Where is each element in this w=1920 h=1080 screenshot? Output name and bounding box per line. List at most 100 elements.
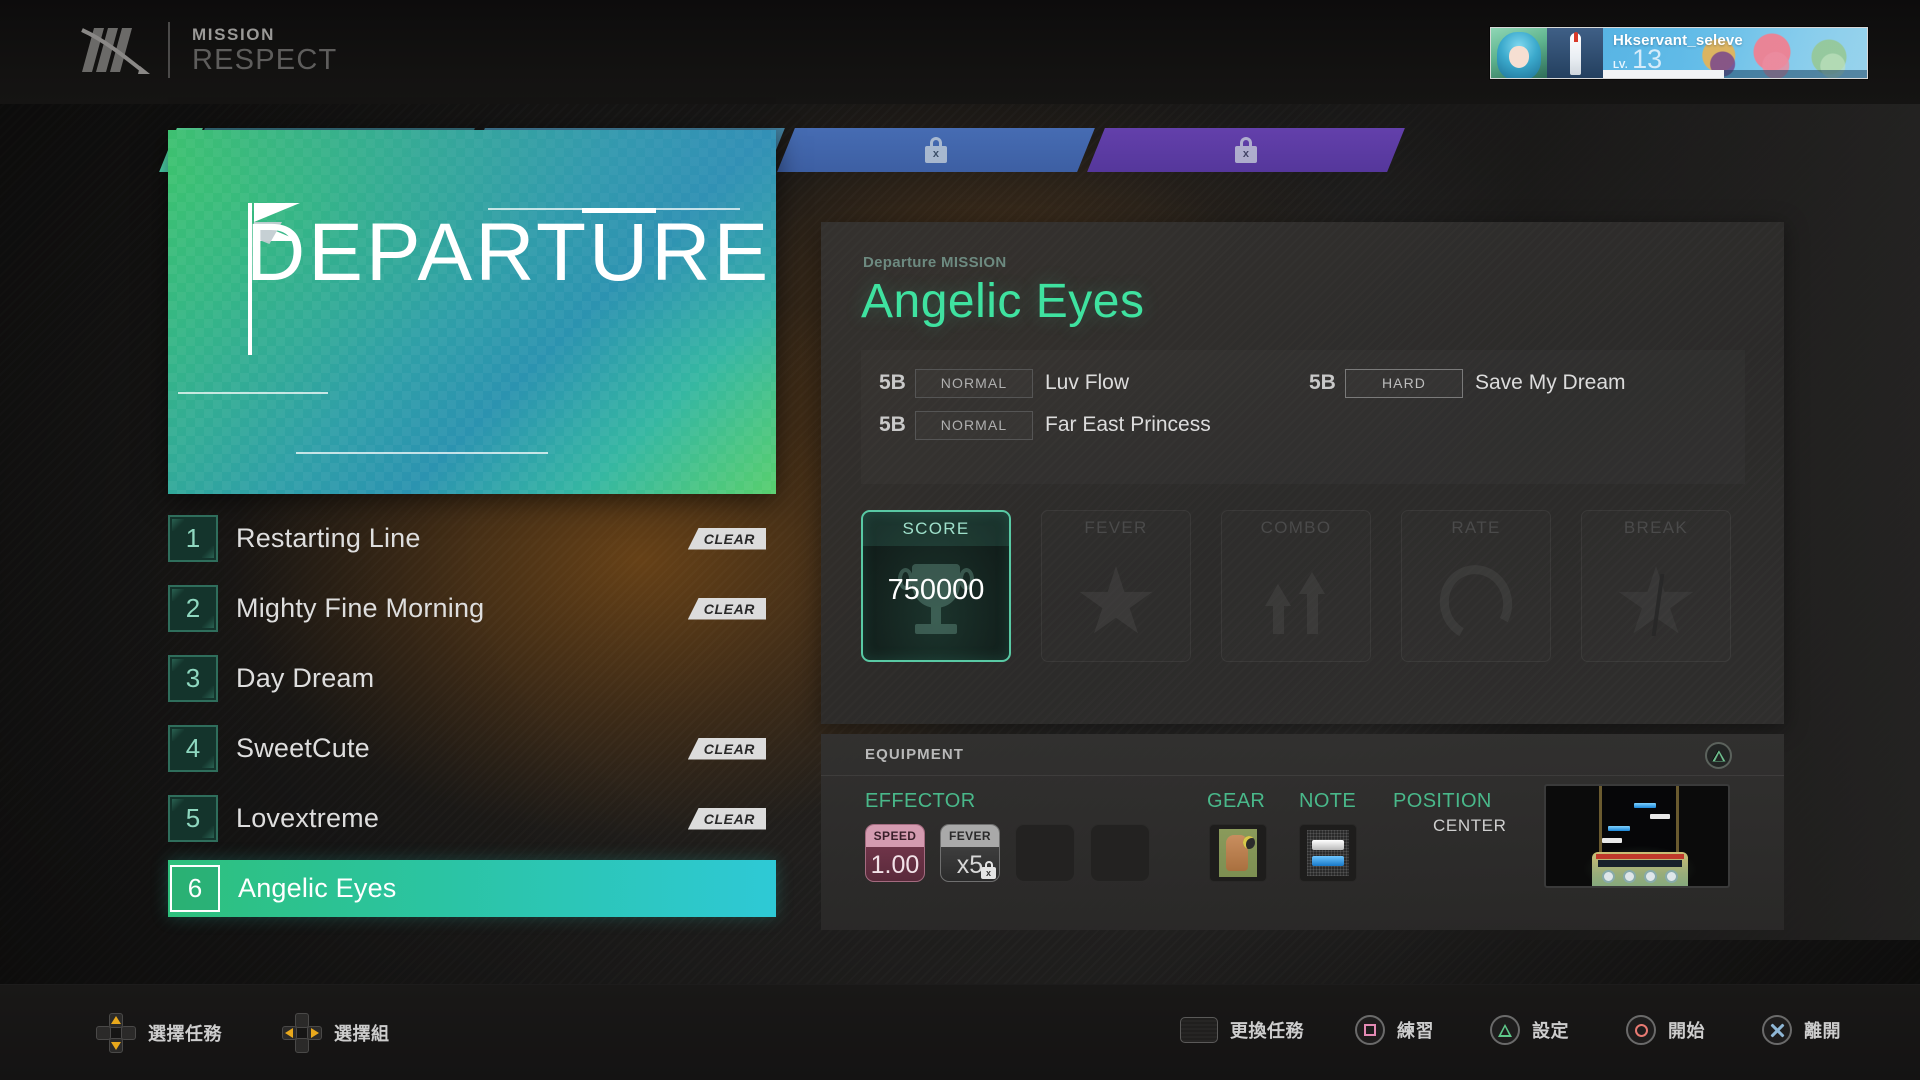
effector-slot-value: 1.00: [870, 850, 920, 879]
note-skin-thumbnail-icon[interactable]: [1299, 824, 1357, 882]
requirement-entry: 5B NORMAL Far East Princess: [879, 410, 1309, 440]
lock-x-icon: x: [925, 137, 947, 163]
list-item[interactable]: 1 Restarting Line CLEAR: [168, 510, 776, 567]
player-profile-card[interactable]: Hkservant_seleve LV. 13: [1490, 27, 1868, 79]
star-icon: [1042, 545, 1190, 661]
list-item[interactable]: 2 Mighty Fine Morning CLEAR: [168, 580, 776, 637]
gameplay-position-preview[interactable]: [1544, 784, 1730, 888]
list-item-number: 1: [168, 515, 218, 562]
footer-action-select-group[interactable]: 選擇組: [282, 1013, 390, 1053]
position-value: CENTER: [1433, 816, 1507, 835]
condition-label: COMBO: [1260, 518, 1332, 537]
requirement-row: 5B NORMAL Far East Princess: [879, 404, 1739, 446]
footer-action-select-mission[interactable]: 選擇任務: [96, 1013, 222, 1053]
requirement-entry: 5B HARD Save My Dream: [1309, 368, 1739, 398]
effector-slot-empty-4[interactable]: [1090, 824, 1150, 882]
lock-x-icon: x: [1235, 137, 1257, 163]
requirement-row: 5B NORMAL Luv Flow 5B HARD Save My Dream: [879, 362, 1739, 404]
effector-slot-name: FEVER: [941, 825, 999, 847]
player-level-row: LV. 13: [1613, 44, 1663, 74]
logo-respect-label: RESPECT: [192, 44, 338, 77]
list-item-title: Lovextreme: [236, 803, 380, 833]
requirement-buttons: 5B: [879, 413, 906, 436]
condition-tile-combo[interactable]: COMBO: [1221, 510, 1371, 662]
broken-star-icon: [1582, 545, 1730, 661]
footer-action-label: 選擇任務: [148, 1024, 222, 1044]
gear-thumbnail-icon[interactable]: [1209, 824, 1267, 882]
mission-detail-panel: Departure MISSION Angelic Eyes 5B NORMAL…: [821, 222, 1784, 724]
equipment-header: EQUIPMENT: [821, 734, 1784, 776]
equipment-body: EFFECTOR SPEED 1.00 FEVER x5 x GEAR NOTE: [821, 776, 1784, 930]
banner-decor-line-3: [296, 452, 548, 454]
tab-locked-3[interactable]: x: [777, 128, 1095, 172]
effector-slot-empty-3[interactable]: [1015, 824, 1075, 882]
footer-action-label: 選擇組: [334, 1024, 390, 1044]
condition-tile-fever[interactable]: FEVER: [1041, 510, 1191, 662]
logo-block: MISSION RESPECT: [78, 22, 337, 78]
dpad-left-right-icon: [282, 1013, 322, 1053]
footer-action-exit[interactable]: 離開: [1762, 1015, 1841, 1045]
requirement-difficulty: NORMAL: [915, 410, 1033, 440]
requirement-song: Save My Dream: [1475, 371, 1626, 394]
effector-slot-fever[interactable]: FEVER x5 x: [940, 824, 1000, 882]
list-item-number: 4: [168, 725, 218, 772]
profile-main: Hkservant_seleve LV. 13: [1603, 28, 1867, 78]
requirement-song: Far East Princess: [1045, 413, 1211, 436]
list-item-title: Day Dream: [236, 663, 375, 693]
circle-button-icon: [1626, 1015, 1656, 1045]
footer-action-practice[interactable]: 練習: [1355, 1015, 1434, 1045]
square-button-icon: [1355, 1015, 1385, 1045]
status-badge: CLEAR: [687, 807, 766, 830]
gear-section-label: GEAR: [1207, 790, 1266, 812]
mission-group-banner[interactable]: DEPARTURE: [168, 130, 776, 494]
list-item-selected[interactable]: 6 Angelic Eyes: [168, 860, 776, 917]
footer-action-start[interactable]: 開始: [1626, 1015, 1705, 1045]
footer-action-change-mission[interactable]: 更換任務: [1180, 1017, 1304, 1043]
player-exp-bar-fill: [1603, 70, 1725, 78]
list-item-title: SweetCute: [236, 733, 370, 763]
list-item[interactable]: 5 Lovextreme CLEAR: [168, 790, 776, 847]
position-section-label: POSITION: [1393, 790, 1492, 812]
mission-select-screen: MISSION RESPECT Hkservant_seleve LV. 13: [0, 0, 1920, 1080]
condition-tile-score[interactable]: SCORE 750000: [861, 510, 1011, 662]
condition-tile-rate[interactable]: RATE: [1401, 510, 1551, 662]
player-level-value: 13: [1632, 44, 1663, 74]
condition-label: FEVER: [1084, 518, 1148, 537]
triangle-button-icon: [1490, 1015, 1520, 1045]
requirement-difficulty: HARD: [1345, 368, 1463, 398]
tab-locked-4[interactable]: x: [1087, 128, 1405, 172]
list-item-number: 3: [168, 655, 218, 702]
list-item[interactable]: 4 SweetCute CLEAR: [168, 720, 776, 777]
mission-conditions: SCORE 750000 FEVER COMBO RATE BREAK: [861, 510, 1731, 662]
mission-requirements: 5B NORMAL Luv Flow 5B HARD Save My Dream…: [861, 350, 1745, 484]
list-item-title: Restarting Line: [236, 523, 421, 553]
list-item-number: 2: [168, 585, 218, 632]
condition-value: 750000: [887, 574, 985, 606]
requirement-buttons: 5B: [1309, 371, 1336, 394]
status-badge: CLEAR: [687, 737, 766, 760]
dpad-up-down-icon: [96, 1013, 136, 1053]
triangle-button-icon[interactable]: [1705, 742, 1732, 769]
equipment-panel: EQUIPMENT EFFECTOR SPEED 1.00 FEVER x5 x…: [821, 734, 1784, 930]
footer-action-settings[interactable]: 設定: [1490, 1015, 1569, 1045]
combo-arrows-icon: [1222, 545, 1370, 661]
player-avatar: [1491, 28, 1547, 78]
note-section-label: NOTE: [1299, 790, 1357, 812]
footer-action-label: 更換任務: [1230, 1021, 1304, 1041]
list-item-title: Mighty Fine Morning: [236, 593, 485, 623]
mission-kicker: Departure MISSION: [863, 254, 1007, 271]
condition-tile-break[interactable]: BREAK: [1581, 510, 1731, 662]
effector-slot-speed[interactable]: SPEED 1.00: [865, 824, 925, 882]
player-exp-bar: [1603, 70, 1867, 78]
effector-slot-name: SPEED: [866, 825, 924, 847]
footer-action-bar: 選擇任務 選擇組 更換任務 練習 設定 開始 離開: [0, 984, 1920, 1080]
banner-gradient-overlay: [168, 130, 776, 494]
list-item[interactable]: 3 Day Dream: [168, 650, 776, 707]
requirement-entry: 5B NORMAL Luv Flow: [879, 368, 1309, 398]
status-badge: CLEAR: [687, 597, 766, 620]
banner-decor-line-2: [178, 392, 328, 394]
status-badge: CLEAR: [687, 527, 766, 550]
requirement-song: Luv Flow: [1045, 371, 1130, 394]
footer-action-label: 離開: [1804, 1021, 1841, 1041]
footer-action-label: 開始: [1668, 1021, 1705, 1041]
